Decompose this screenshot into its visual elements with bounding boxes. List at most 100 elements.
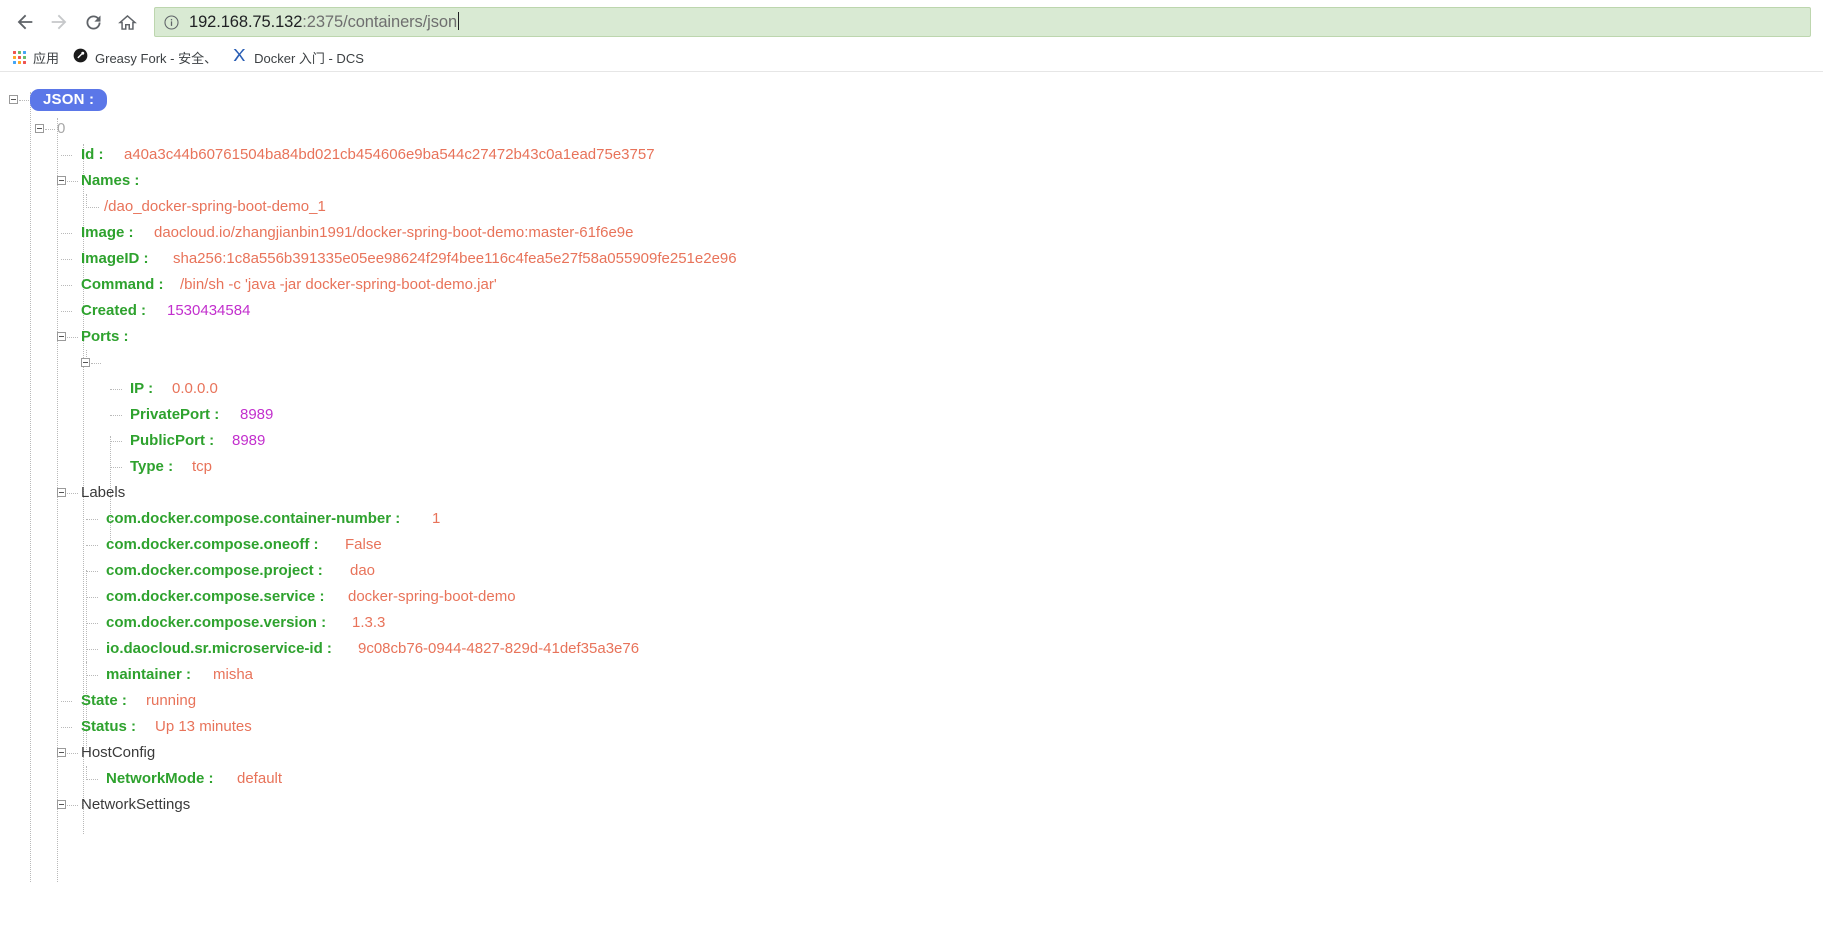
address-bar[interactable]: 192.168.75.132:2375/containers/json bbox=[154, 7, 1811, 37]
field-row-labels[interactable]: Labels bbox=[0, 480, 1823, 506]
field-row-state: State : running bbox=[0, 688, 1823, 714]
tree-connector bbox=[110, 389, 122, 390]
bookmark-greasy-fork[interactable]: Greasy Fork - 安全、 bbox=[69, 46, 225, 70]
collapse-toggle-ports[interactable] bbox=[57, 332, 66, 341]
field-row-hostconfig[interactable]: HostConfig bbox=[0, 740, 1823, 766]
collapse-toggle-hostconfig[interactable] bbox=[57, 748, 66, 757]
tree-connector bbox=[86, 207, 99, 208]
apps-label: 应用 bbox=[33, 51, 60, 66]
label-row: maintainer : misha bbox=[0, 662, 1823, 688]
field-row-created: Created : 1530434584 bbox=[0, 298, 1823, 324]
label-key: com.docker.compose.version : bbox=[106, 614, 327, 631]
info-circle-icon[interactable] bbox=[163, 14, 180, 31]
bookmark-label: Docker 入门 - DCS bbox=[254, 51, 364, 66]
forward-arrow-icon bbox=[51, 14, 67, 30]
tree-connector bbox=[86, 675, 98, 676]
forward-button[interactable] bbox=[42, 5, 76, 39]
label-value: 9c08cb76-0944-4827-829d-41def35a3e76 bbox=[358, 640, 640, 657]
collapse-toggle-labels[interactable] bbox=[57, 488, 66, 497]
field-key-names: Names : bbox=[81, 172, 140, 189]
tree-connector bbox=[110, 441, 122, 442]
label-value: 1.3.3 bbox=[352, 614, 386, 631]
field-value-created: 1530434584 bbox=[167, 302, 251, 319]
names-value-row: /dao_docker-spring-boot-demo_1 bbox=[0, 194, 1823, 220]
tree-connector bbox=[61, 155, 72, 156]
field-value-publicport: 8989 bbox=[232, 432, 266, 449]
ports-index-row[interactable] bbox=[0, 350, 1823, 376]
tree-connector bbox=[110, 415, 122, 416]
tree-connector bbox=[86, 623, 98, 624]
tree-connector bbox=[86, 779, 98, 780]
tree-connector bbox=[67, 181, 78, 182]
collapse-toggle-root[interactable] bbox=[9, 95, 18, 104]
tree-connector bbox=[45, 129, 55, 130]
bookmark-label: Greasy Fork - 安全、 bbox=[95, 51, 218, 66]
tree-connector bbox=[86, 545, 98, 546]
label-key: io.daocloud.sr.microservice-id : bbox=[106, 640, 332, 657]
back-button[interactable] bbox=[8, 5, 42, 39]
label-row: com.docker.compose.oneoff : False bbox=[0, 532, 1823, 558]
apps-shortcut[interactable]: 应用 bbox=[6, 46, 67, 70]
field-key-ip: IP : bbox=[130, 380, 154, 397]
label-value: dao bbox=[350, 562, 376, 579]
field-key-state: State : bbox=[81, 692, 127, 709]
tree-connector bbox=[61, 233, 72, 234]
label-row: com.docker.compose.service : docker-spri… bbox=[0, 584, 1823, 610]
field-row-networksettings[interactable]: NetworkSettings bbox=[0, 792, 1823, 818]
field-row-names[interactable]: Names : bbox=[0, 168, 1823, 194]
field-value-command: /bin/sh -c 'java -jar docker-spring-boot… bbox=[180, 276, 497, 293]
label-key: com.docker.compose.oneoff : bbox=[106, 536, 319, 553]
array-index-row[interactable]: 0 bbox=[0, 116, 1823, 142]
field-key-id: Id : bbox=[81, 146, 104, 163]
label-value: 1 bbox=[432, 510, 441, 527]
label-value: docker-spring-boot-demo bbox=[348, 588, 516, 605]
field-key-hostconfig: HostConfig bbox=[81, 744, 156, 761]
field-key-imageid: ImageID : bbox=[81, 250, 149, 267]
label-value: misha bbox=[213, 666, 254, 683]
json-root-badge: JSON : bbox=[30, 89, 108, 111]
reload-icon bbox=[86, 15, 100, 29]
collapse-toggle-index-0[interactable] bbox=[35, 124, 44, 133]
json-viewer: JSON : 0 Id : a40a3c44b60761504ba84bd021… bbox=[0, 72, 1823, 936]
field-key-privateport: PrivatePort : bbox=[130, 406, 220, 423]
tree-connector bbox=[61, 701, 72, 702]
url-path: :2375/containers/json bbox=[302, 13, 458, 31]
field-value-privateport: 8989 bbox=[240, 406, 274, 423]
tree-connector bbox=[86, 662, 87, 676]
home-icon bbox=[117, 14, 137, 30]
collapse-toggle-ports-0[interactable] bbox=[81, 358, 90, 367]
tree-connector bbox=[86, 597, 98, 598]
json-root-row[interactable]: JSON : bbox=[0, 86, 1823, 116]
tree-connector bbox=[61, 311, 72, 312]
field-value-state: running bbox=[146, 692, 197, 709]
url-host: 192.168.75.132 bbox=[189, 13, 303, 31]
greasyfork-icon bbox=[73, 48, 88, 68]
label-key: maintainer : bbox=[106, 666, 192, 683]
field-key-type: Type : bbox=[130, 458, 174, 475]
field-key-publicport: PublicPort : bbox=[130, 432, 215, 449]
collapse-toggle-names[interactable] bbox=[57, 176, 66, 185]
field-row-command: Command : /bin/sh -c 'java -jar docker-s… bbox=[0, 272, 1823, 298]
field-row-ports[interactable]: Ports : bbox=[0, 324, 1823, 350]
field-value-imageid: sha256:1c8a556b391335e05ee98624f29f4bee1… bbox=[173, 250, 737, 267]
label-row: com.docker.compose.project : dao bbox=[0, 558, 1823, 584]
reload-button[interactable] bbox=[76, 5, 110, 39]
tree-connector bbox=[67, 805, 78, 806]
tree-connector bbox=[61, 727, 72, 728]
field-row-type: Type : tcp bbox=[0, 454, 1823, 480]
label-row: com.docker.compose.version : 1.3.3 bbox=[0, 610, 1823, 636]
bookmark-docker-dcs[interactable]: Docker 入门 - DCS bbox=[227, 46, 372, 70]
label-value: False bbox=[345, 536, 382, 553]
apps-grid-icon bbox=[13, 51, 26, 64]
field-key-image: Image : bbox=[81, 224, 134, 241]
field-key-command: Command : bbox=[81, 276, 164, 293]
field-key-status: Status : bbox=[81, 718, 137, 735]
collapse-toggle-networksettings[interactable] bbox=[57, 800, 66, 809]
tree-connector bbox=[86, 766, 87, 780]
bookmarks-bar: 应用 Greasy Fork - 安全、 Docker 入门 - DCS bbox=[0, 44, 1823, 72]
tree-connector bbox=[86, 649, 98, 650]
tree-connector bbox=[61, 285, 72, 286]
home-button[interactable] bbox=[110, 5, 144, 39]
field-key-created: Created : bbox=[81, 302, 147, 319]
field-row-image: Image : daocloud.io/zhangjianbin1991/doc… bbox=[0, 220, 1823, 246]
